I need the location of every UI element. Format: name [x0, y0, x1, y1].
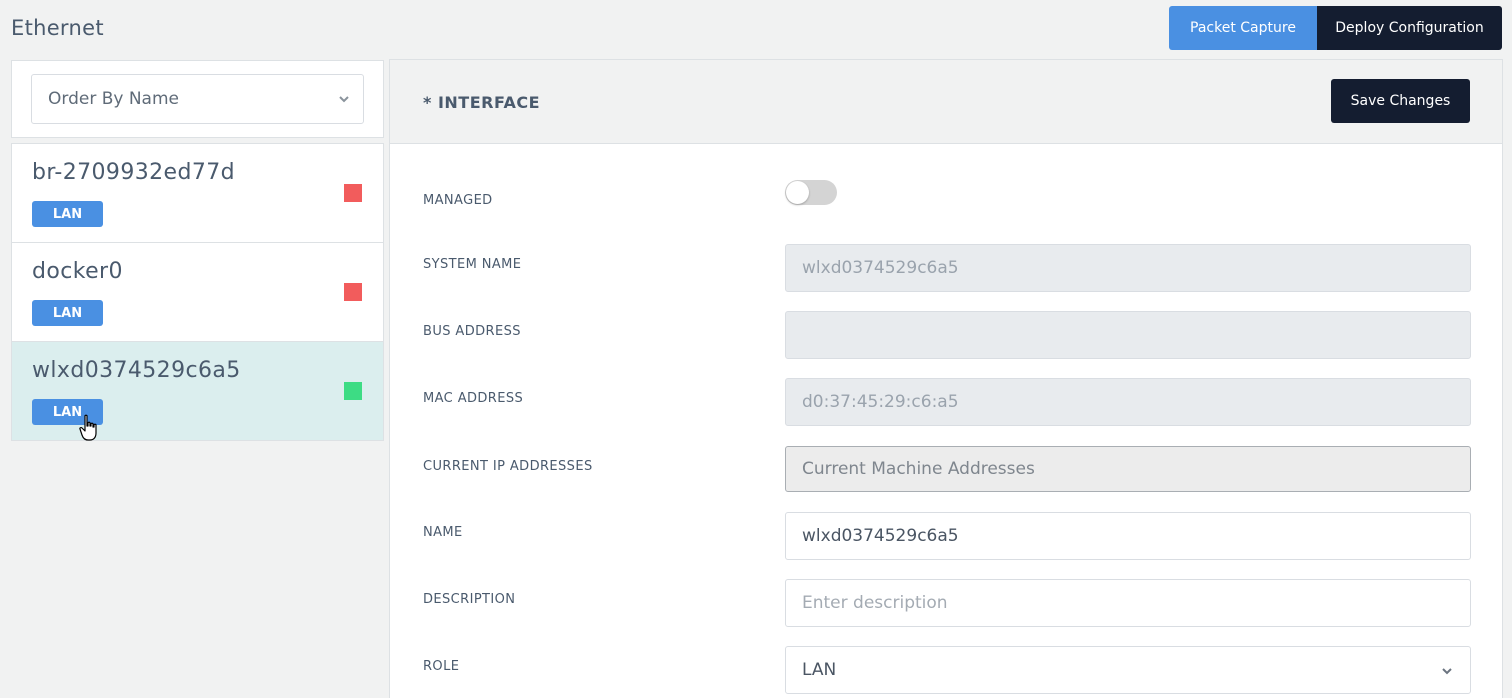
bus-address-label: BUS ADDRESS	[423, 324, 521, 339]
role-select[interactable]: LAN	[785, 646, 1471, 694]
order-by-select[interactable]: Order By Name	[31, 74, 364, 124]
status-indicator	[344, 283, 362, 301]
current-ip-label: CURRENT IP ADDRESSES	[423, 459, 593, 474]
managed-toggle[interactable]	[785, 180, 837, 205]
managed-label: MANAGED	[423, 193, 493, 208]
name-label: NAME	[423, 525, 463, 540]
role-badge: LAN	[32, 300, 103, 326]
bus-address-field	[785, 311, 1471, 359]
system-name-value: wlxd0374529c6a5	[802, 258, 959, 278]
deploy-configuration-button[interactable]: Deploy Configuration	[1317, 6, 1502, 50]
interface-item-docker0[interactable]: docker0 LAN	[12, 243, 383, 342]
order-by-label: Order By Name	[48, 89, 179, 109]
role-badge: LAN	[32, 201, 103, 227]
save-changes-button[interactable]: Save Changes	[1331, 79, 1470, 123]
interface-list: br-2709932ed77d LAN docker0 LAN wlxd0374…	[11, 143, 384, 441]
status-indicator	[344, 382, 362, 400]
description-placeholder: Enter description	[802, 593, 948, 613]
packet-capture-button[interactable]: Packet Capture	[1169, 6, 1317, 50]
page-title: Ethernet	[11, 16, 104, 40]
description-label: DESCRIPTION	[423, 592, 516, 607]
mac-address-field: d0:37:45:29:c6:a5	[785, 378, 1471, 426]
name-value: wlxd0374529c6a5	[802, 526, 959, 546]
interface-panel: * INTERFACE Save Changes MANAGED SYSTEM …	[389, 59, 1503, 698]
chevron-down-icon	[339, 96, 349, 103]
mac-address-value: d0:37:45:29:c6:a5	[802, 392, 959, 412]
interface-name: docker0	[32, 259, 123, 284]
role-value: LAN	[802, 660, 837, 680]
chevron-down-icon	[1442, 668, 1452, 675]
interface-name: wlxd0374529c6a5	[32, 358, 241, 383]
system-name-label: SYSTEM NAME	[423, 257, 522, 272]
interface-item-br-2709932ed77d[interactable]: br-2709932ed77d LAN	[12, 144, 383, 243]
system-name-field: wlxd0374529c6a5	[785, 244, 1471, 292]
interface-name: br-2709932ed77d	[32, 160, 235, 185]
status-indicator	[344, 184, 362, 202]
top-toolbar: Packet Capture Deploy Configuration	[1169, 6, 1502, 50]
name-input[interactable]: wlxd0374529c6a5	[785, 512, 1471, 560]
description-input[interactable]: Enter description	[785, 579, 1471, 627]
panel-header: * INTERFACE Save Changes	[390, 60, 1502, 144]
role-label: ROLE	[423, 659, 460, 674]
current-ip-field[interactable]: Current Machine Addresses	[785, 446, 1471, 492]
interface-item-wlxd0374529c6a5[interactable]: wlxd0374529c6a5 LAN	[12, 342, 383, 440]
current-ip-value: Current Machine Addresses	[802, 459, 1035, 479]
mac-address-label: MAC ADDRESS	[423, 391, 524, 406]
hand-cursor-icon	[79, 414, 97, 441]
toggle-knob	[786, 181, 809, 204]
panel-title: * INTERFACE	[423, 93, 541, 112]
order-panel: Order By Name	[11, 60, 384, 138]
